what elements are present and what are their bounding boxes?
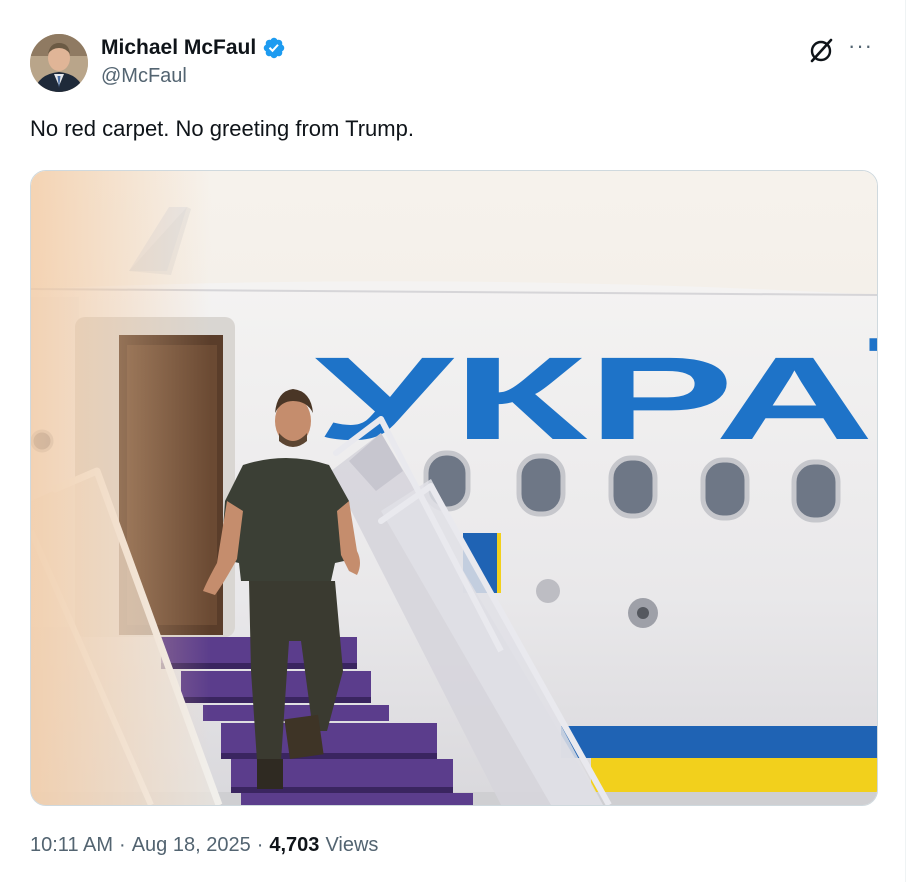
tweet-time[interactable]: 10:11 AM [30, 834, 113, 857]
tweet-text: No red carpet. No greeting from Trump. [30, 116, 414, 141]
views-label: Views [325, 834, 379, 856]
tweet-date[interactable]: Aug 18, 2025 [132, 834, 251, 857]
avatar[interactable] [30, 34, 88, 92]
separator-dot: · [119, 834, 126, 856]
tweet-photo[interactable]: УКРАЇ [30, 170, 878, 806]
grok-icon[interactable] [806, 36, 836, 66]
author-handle[interactable]: @McFaul [101, 65, 187, 88]
author-name[interactable]: Michael McFaul [101, 36, 256, 60]
tweet-meta: 10:11 AM · Aug 18, 2025 · 4,703 Views [30, 834, 378, 857]
tweet-card: Michael McFaul @McFaul ··· No red carpet… [0, 0, 906, 882]
views-count: 4,703 [269, 834, 320, 856]
verified-badge-icon [263, 37, 285, 59]
more-icon[interactable]: ··· [848, 35, 878, 60]
separator-dot: · [256, 834, 264, 856]
plane-lettering: УКРАЇ [315, 333, 877, 465]
